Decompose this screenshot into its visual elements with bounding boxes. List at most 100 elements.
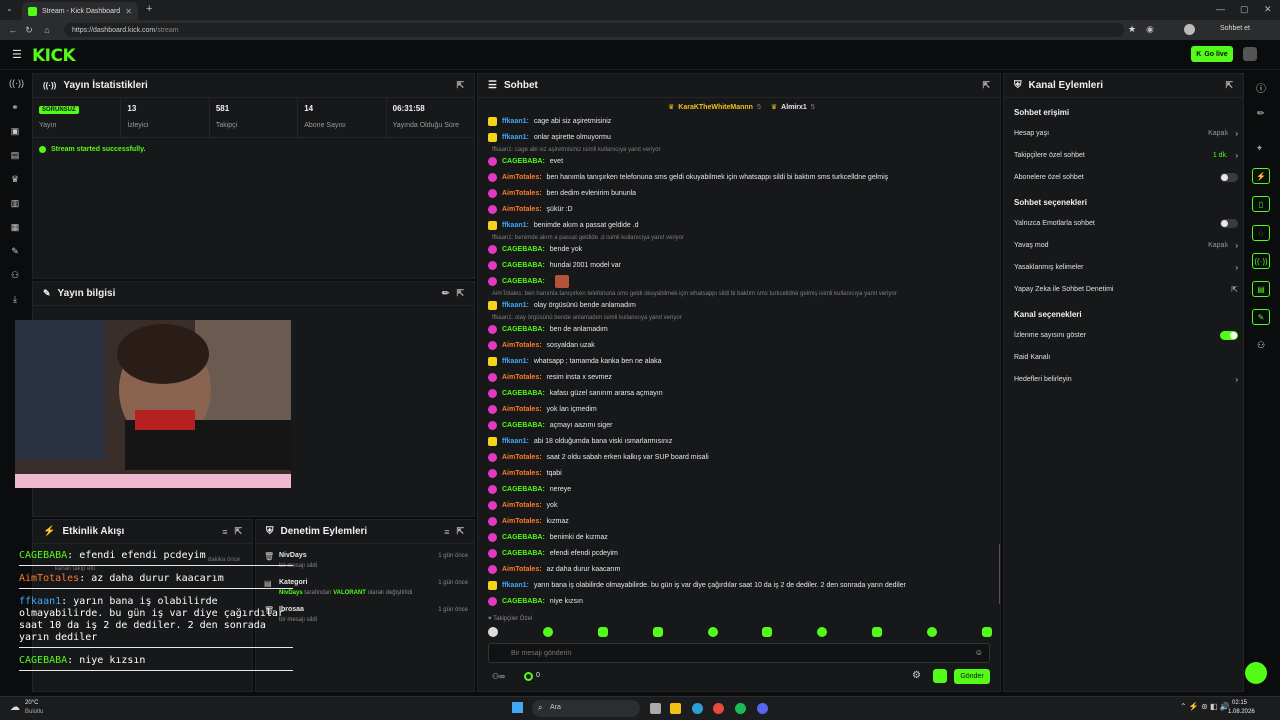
download-icon[interactable]: ⤓	[9, 294, 21, 304]
chat-message[interactable]: AimTotales: ben hanımla tanışırken telefo…	[488, 170, 888, 184]
stream-icon[interactable]: ((·))	[9, 78, 24, 88]
chat-message[interactable]: AimTotales: tqabi	[488, 466, 562, 480]
users-icon[interactable]: ⚇	[9, 270, 21, 280]
chat-message[interactable]: ffkaan1: onlar aşirette olmuyormu	[488, 130, 611, 144]
chart-icon[interactable]: ▤	[9, 150, 21, 160]
chat-username[interactable]: CAGEBABA:	[502, 246, 545, 253]
setting-row[interactable]: İzlenme sayısını göster	[1014, 328, 1238, 342]
kick-logo[interactable]: KICK	[32, 46, 76, 66]
chat-message[interactable]: CAGEBABA: ben de anlamadım	[488, 322, 608, 336]
toggle-switch[interactable]	[1220, 219, 1238, 228]
chat-username[interactable]: ffkaan1:	[502, 222, 529, 229]
emote-icon[interactable]	[652, 627, 663, 637]
home-icon[interactable]: ⌂	[40, 25, 54, 35]
chat-username[interactable]: AimTotales:	[502, 190, 542, 197]
chat-username[interactable]: AimTotales:	[502, 374, 542, 381]
popout-icon[interactable]: ⇱	[456, 80, 464, 91]
emote-icon[interactable]	[872, 627, 883, 637]
setting-row[interactable]: Takipçilere özel sohbet 1 dk. ›	[1014, 148, 1238, 162]
screen-icon[interactable]: ▣	[9, 126, 21, 136]
media-icon[interactable]: ▤	[1252, 281, 1270, 297]
chat-message[interactable]: AimTotales: az daha durur kaacarım	[488, 562, 620, 576]
chat-message[interactable]: AimTotales: yok	[488, 498, 557, 512]
spotify-icon[interactable]	[735, 703, 746, 714]
emote-icon[interactable]	[597, 627, 608, 637]
chat-message[interactable]: CAGEBABA: kafası güzel sanırım ararsa açm…	[488, 386, 663, 400]
popout-icon[interactable]: ⇱	[234, 526, 242, 537]
bot-icon[interactable]	[933, 669, 947, 683]
chat-message[interactable]: AimTotales: saat 2 oldu sabah erken kalkı…	[488, 450, 709, 464]
chat-message[interactable]: ffkaan1: abi 18 olduğumda bana viski ısma…	[488, 434, 672, 448]
chat-username[interactable]: CAGEBABA:	[502, 158, 545, 165]
chat-message[interactable]: AimTotales: ben dedim evlenirim bununla	[488, 186, 636, 200]
chat-username[interactable]: AimTotales:	[502, 566, 542, 573]
chat-scrollbar[interactable]	[999, 544, 1000, 604]
setting-row[interactable]: Yavaş mod Kapalı ›	[1014, 238, 1238, 252]
chat-username[interactable]: ffkaan1:	[502, 358, 529, 365]
setting-row[interactable]: Raid Kanalı	[1014, 350, 1238, 364]
start-icon[interactable]	[512, 702, 523, 713]
target-icon[interactable]: ⌖	[1257, 143, 1262, 154]
discord-icon[interactable]	[757, 703, 768, 714]
edge-icon[interactable]	[692, 703, 703, 714]
emote-icon[interactable]	[927, 627, 937, 637]
chat-message[interactable]: ffkaan1: yarın bana iş olabilirde olmayab…	[488, 578, 906, 592]
chat-message[interactable]: CAGEBABA: evet	[488, 154, 563, 168]
chat-username[interactable]: CAGEBABA:	[502, 422, 545, 429]
close-tab-icon[interactable]: ✕	[125, 7, 132, 16]
browser-tab[interactable]: Stream - Kick Dashboard ✕	[22, 2, 138, 20]
wrench-icon[interactable]: ✎	[9, 246, 21, 256]
chat-username[interactable]: AimTotales:	[502, 206, 542, 213]
sohbet-button[interactable]: Sohbet et	[1220, 25, 1250, 32]
chat-username[interactable]: AimTotales:	[502, 470, 542, 477]
chat-username[interactable]: CAGEBABA:	[502, 278, 545, 285]
setting-row[interactable]: Yalnızca Emotlarla sohbet	[1014, 216, 1238, 230]
go-live-button[interactable]: K Go live	[1191, 46, 1233, 62]
popout-icon[interactable]: ⇱	[1225, 80, 1233, 91]
settings-icon[interactable]: ⚙	[912, 670, 921, 681]
analytics-icon[interactable]: ▦	[9, 222, 21, 232]
chat-username[interactable]: AimTotales:	[502, 502, 542, 509]
chat-bubble-icon[interactable]	[1245, 662, 1267, 684]
chat-username[interactable]: AimTotales:	[502, 342, 542, 349]
chat-username[interactable]: ffkaan1:	[502, 118, 529, 125]
info-icon[interactable]: ⓘ	[1256, 80, 1266, 95]
chat-message[interactable]: CAGEBABA: nereye	[488, 482, 571, 496]
chat-username[interactable]: ffkaan1:	[502, 582, 529, 589]
tab-list-icon[interactable]: ⌄	[6, 4, 13, 13]
wrench-icon[interactable]: ✎	[1252, 309, 1270, 325]
setting-row[interactable]: Hedefleri belirleyin ›	[1014, 372, 1238, 386]
chat-input[interactable]: Bir mesajı gönderin ☺	[488, 643, 990, 663]
setting-row[interactable]: Yapay Zeka ile Sohbet Denetimi ⇱	[1014, 282, 1238, 296]
chat-username[interactable]: CAGEBABA:	[502, 598, 545, 605]
emote-icon[interactable]	[542, 627, 553, 637]
chat-username[interactable]: AimTotales:	[502, 518, 542, 525]
emote-icon[interactable]	[488, 627, 498, 637]
tray-icons[interactable]: ⌃ ⚡ ⊛ ◧ 🔊	[1180, 702, 1230, 711]
popout-icon[interactable]: ⇱	[982, 80, 990, 91]
popout-icon[interactable]: ⇱	[456, 526, 464, 537]
toggle-switch[interactable]	[1220, 331, 1238, 340]
pencil-icon[interactable]: ✏	[1257, 108, 1265, 119]
maximize-icon[interactable]: ▢	[1240, 4, 1249, 15]
url-field[interactable]: https://dashboard.kick.com/stream	[64, 23, 1124, 37]
chat-username[interactable]: ffkaan1:	[502, 438, 529, 445]
hamburger-menu-icon[interactable]: ☰	[12, 48, 22, 61]
chat-username[interactable]: ffkaan1:	[502, 134, 529, 141]
pinned-user[interactable]: KaraKTheWhiteMannn	[678, 104, 753, 111]
users-icon[interactable]: ⚇	[1257, 340, 1265, 351]
star-icon[interactable]: ★	[1128, 24, 1136, 35]
chat-username[interactable]: CAGEBABA:	[502, 390, 545, 397]
chat-message[interactable]: CAGEBABA: bende yok	[488, 242, 582, 256]
popout-icon[interactable]: ⇱	[456, 288, 464, 299]
trophy-icon[interactable]: ♛	[9, 174, 21, 184]
chat-message[interactable]: ffkaan1: whatsapp ; tamamda kanka ben ne …	[488, 354, 661, 368]
chat-username[interactable]: AimTotales:	[502, 174, 542, 181]
profile-avatar[interactable]	[1184, 24, 1195, 35]
emote-icon[interactable]	[707, 627, 718, 637]
chat-username[interactable]: AimTotales:	[502, 406, 542, 413]
close-window-icon[interactable]: ✕	[1264, 4, 1272, 15]
chat-message[interactable]: ffkaan1: benimde akım a passat geldide .d	[488, 218, 639, 232]
emoji-icon[interactable]: ☺	[975, 648, 983, 657]
emote-icon[interactable]	[981, 627, 992, 637]
